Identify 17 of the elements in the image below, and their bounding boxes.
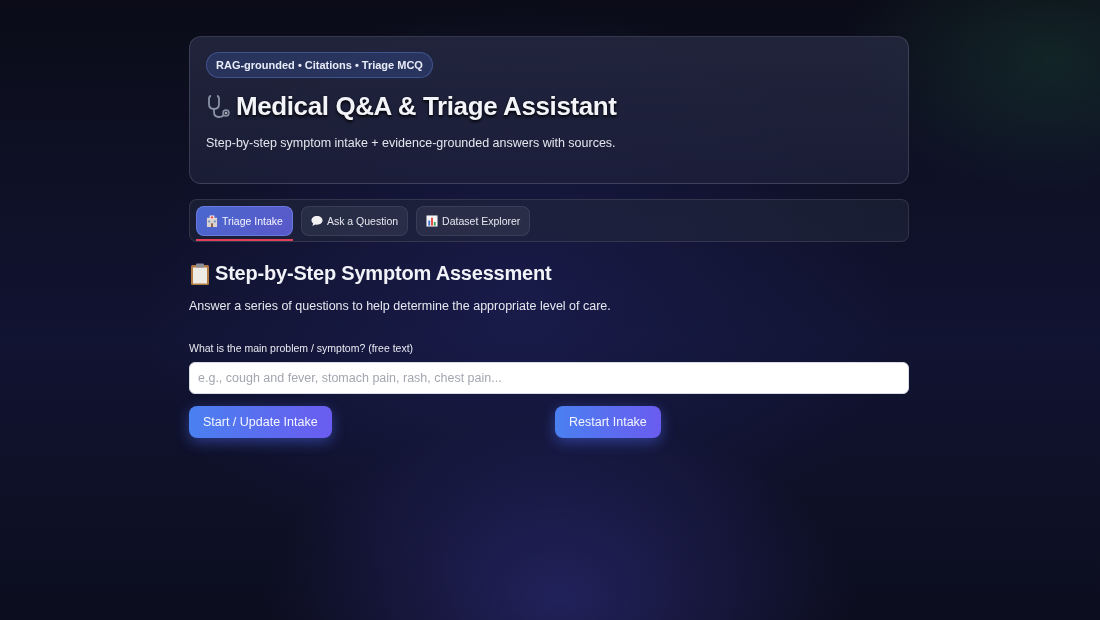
action-button[interactable]: Start / Update Intake: [189, 406, 332, 438]
section-heading: Step-by-Step Symptom Assessment: [215, 262, 552, 285]
clipboard-icon: [189, 262, 211, 285]
section-description: Answer a series of questions to help determine the appropriate level of care.: [189, 299, 612, 313]
bar-chart-icon: [426, 215, 439, 227]
tab[interactable]: Triage Intake: [196, 206, 293, 236]
action-button[interactable]: Restart Intake: [555, 406, 661, 438]
hospital-icon: [206, 215, 218, 227]
field-label: What is the main problem / symptom? (free text): [189, 342, 414, 354]
speech-bubble-icon: [310, 215, 323, 227]
app-title: Medical Q&A & Triage Assistant: [236, 91, 617, 122]
app-subtitle: Step-by-step symptom intake + evidence-grounded answers with sources.: [206, 136, 617, 150]
stethoscope-icon: [206, 93, 232, 120]
feature-badge: RAG-grounded • Citations • Triage MCQ: [206, 52, 433, 78]
tab[interactable]: Ask a Question: [300, 206, 409, 236]
tab[interactable]: Dataset Explorer: [416, 206, 531, 236]
symptom-input-field[interactable]: e.g., cough and fever, stomach pain, rash, chest pain...: [189, 362, 909, 394]
